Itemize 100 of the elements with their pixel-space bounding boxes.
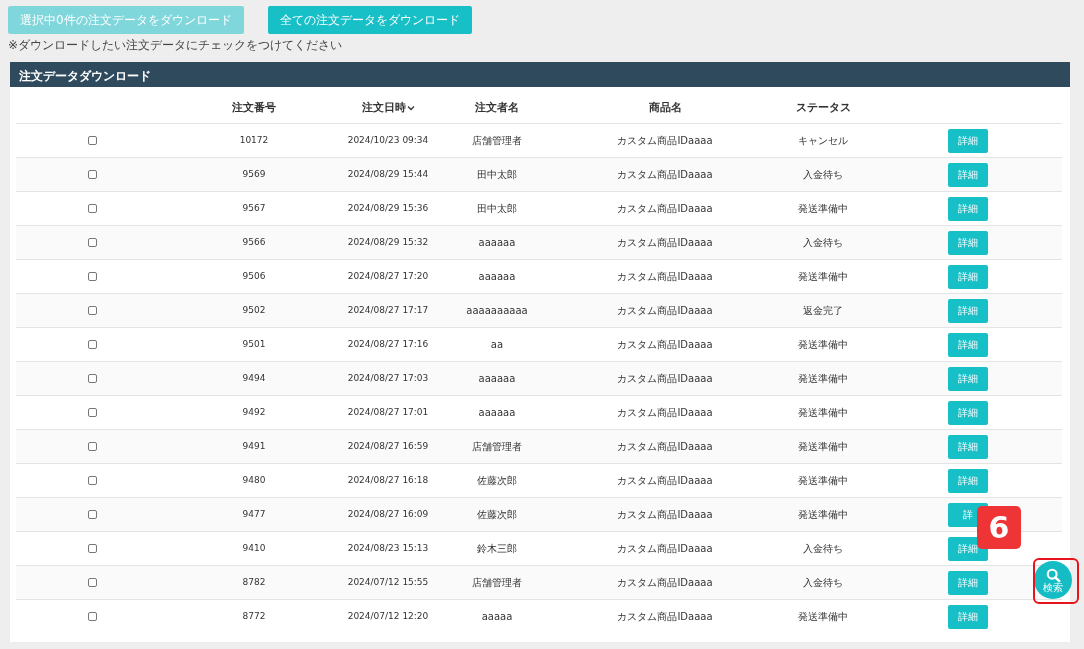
order-date: 2024/07/12 15:55 xyxy=(347,576,429,587)
row-checkbox[interactable] xyxy=(87,373,97,383)
order-date: 2024/08/27 16:09 xyxy=(347,508,429,519)
order-number: 9566 xyxy=(242,236,266,247)
detail-button[interactable]: 詳細 xyxy=(948,264,988,289)
product-name: カスタム商品IDaaaa xyxy=(617,542,713,554)
order-number: 9480 xyxy=(242,474,266,485)
order-number: 9501 xyxy=(242,338,266,349)
product-name: カスタム商品IDaaaa xyxy=(617,168,713,180)
row-checkbox[interactable] xyxy=(87,475,97,485)
product-name: カスタム商品IDaaaa xyxy=(617,440,713,452)
customer-name: 店舗管理者 xyxy=(472,576,522,588)
order-status: 発送準備中 xyxy=(798,270,848,282)
order-date: 2024/07/12 12:20 xyxy=(347,611,429,622)
order-date: 2024/08/27 17:17 xyxy=(347,304,429,315)
order-number: 9502 xyxy=(242,304,266,315)
detail-button[interactable]: 詳細 xyxy=(948,434,988,459)
order-date: 2024/08/29 15:36 xyxy=(347,202,429,213)
customer-name: 佐藤次郎 xyxy=(477,474,517,486)
order-status: 入金待ち xyxy=(803,542,843,554)
row-checkbox[interactable] xyxy=(87,271,97,281)
order-status: 発送準備中 xyxy=(798,406,848,418)
product-name: カスタム商品IDaaaa xyxy=(617,372,713,384)
order-date: 2024/08/27 16:18 xyxy=(347,474,429,485)
detail-button[interactable]: 詳細 xyxy=(948,162,988,187)
customer-name: aaaaaa xyxy=(478,270,516,282)
order-status: キャンセル xyxy=(798,134,848,146)
product-name: カスタム商品IDaaaa xyxy=(617,611,713,623)
order-number: 10172 xyxy=(239,134,269,145)
row-checkbox[interactable] xyxy=(87,203,97,213)
customer-name: aaaaa xyxy=(481,611,513,623)
order-date: 2024/08/27 17:16 xyxy=(347,338,429,349)
row-checkbox[interactable] xyxy=(87,339,97,349)
row-checkbox[interactable] xyxy=(87,407,97,417)
order-date: 2024/08/27 17:01 xyxy=(347,406,429,417)
column-header: 商品名 xyxy=(648,100,682,114)
row-checkbox[interactable] xyxy=(87,509,97,519)
product-name: カスタム商品IDaaaa xyxy=(617,576,713,588)
detail-button[interactable]: 詳細 xyxy=(948,400,988,425)
highlight-outline xyxy=(1033,558,1079,604)
row-checkbox[interactable] xyxy=(87,577,97,587)
row-checkbox[interactable] xyxy=(87,543,97,553)
order-date: 2024/08/27 17:20 xyxy=(347,270,429,281)
column-header[interactable]: 注文日時 xyxy=(361,100,406,114)
customer-name: aaaaaa xyxy=(478,236,516,248)
detail-button[interactable]: 詳細 xyxy=(948,604,988,629)
order-number: 9492 xyxy=(242,406,266,417)
row-checkbox[interactable] xyxy=(87,305,97,315)
order-status: 発送準備中 xyxy=(798,372,848,384)
order-status: 返金完了 xyxy=(803,304,843,316)
order-status: 発送準備中 xyxy=(798,338,848,350)
customer-name: 佐藤次郎 xyxy=(477,508,517,520)
search-icon xyxy=(1045,567,1061,583)
order-status: 入金待ち xyxy=(803,236,843,248)
row-checkbox[interactable] xyxy=(87,237,97,247)
sort-caret-icon[interactable] xyxy=(406,104,415,111)
product-name: カスタム商品IDaaaa xyxy=(617,236,713,248)
customer-name: aa xyxy=(490,338,504,350)
customer-name: 田中太郎 xyxy=(477,168,517,180)
row-checkbox[interactable] xyxy=(87,169,97,179)
order-number: 9567 xyxy=(242,202,266,213)
order-status: 発送準備中 xyxy=(798,474,848,486)
step-number-tooltip: 6 xyxy=(977,506,1021,549)
product-name: カスタム商品IDaaaa xyxy=(617,134,713,146)
order-number: 8782 xyxy=(242,576,266,587)
instruction-text: ※ダウンロードしたい注文データにチェックをつけてください xyxy=(7,38,344,54)
order-number: 9569 xyxy=(242,168,266,179)
detail-button[interactable]: 詳細 xyxy=(948,570,988,595)
row-checkbox[interactable] xyxy=(87,612,97,622)
order-date: 2024/08/29 15:32 xyxy=(347,236,429,247)
detail-button[interactable]: 詳細 xyxy=(948,332,988,357)
download-button[interactable]: 全ての注文データをダウンロード xyxy=(267,6,472,34)
customer-name: 田中太郎 xyxy=(477,202,517,214)
order-status: 入金待ち xyxy=(803,576,843,588)
order-date: 2024/10/23 09:34 xyxy=(347,134,429,145)
row-checkbox[interactable] xyxy=(87,441,97,451)
row-checkbox[interactable] xyxy=(87,135,97,145)
customer-name: 店舗管理者 xyxy=(472,134,522,146)
product-name: カスタム商品IDaaaa xyxy=(617,508,713,520)
detail-button[interactable]: 詳細 xyxy=(948,468,988,493)
order-date: 2024/08/23 15:13 xyxy=(347,542,429,553)
detail-button[interactable]: 詳細 xyxy=(948,230,988,255)
order-number: 9494 xyxy=(242,372,266,383)
product-name: カスタム商品IDaaaa xyxy=(617,338,713,350)
product-name: カスタム商品IDaaaa xyxy=(617,202,713,214)
order-number: 9491 xyxy=(242,440,266,451)
column-header: 注文番号 xyxy=(232,100,276,114)
product-name: カスタム商品IDaaaa xyxy=(617,406,713,418)
order-status: 発送準備中 xyxy=(798,202,848,214)
detail-button[interactable]: 詳細 xyxy=(948,366,988,391)
order-date: 2024/08/27 17:03 xyxy=(347,372,429,383)
customer-name: 店舗管理者 xyxy=(472,440,522,452)
order-number: 9506 xyxy=(242,270,266,281)
detail-button[interactable]: 詳細 xyxy=(948,196,988,221)
column-header: ステータス xyxy=(795,100,851,114)
detail-button[interactable]: 詳細 xyxy=(948,298,988,323)
detail-button[interactable]: 詳細 xyxy=(948,128,988,153)
order-date: 2024/08/29 15:44 xyxy=(347,168,429,179)
order-number: 8772 xyxy=(242,611,266,622)
order-status: 発送準備中 xyxy=(798,440,848,452)
